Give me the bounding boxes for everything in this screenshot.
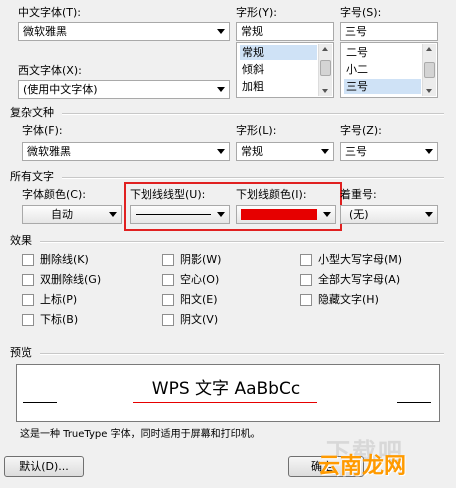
emphasis-combo[interactable]: (无) — [340, 205, 438, 224]
emphasis-label: 着重号: — [340, 188, 377, 201]
complex-size-value: 三号 — [345, 145, 367, 158]
complex-font-combo[interactable]: 微软雅黑 — [22, 142, 230, 161]
list-item[interactable]: 加粗 — [240, 79, 317, 94]
emphasis-value: (无) — [349, 208, 369, 221]
font-size-value: 三号 — [345, 25, 367, 38]
list-item[interactable]: 三号 — [344, 79, 421, 94]
double-strikethrough-label: 双删除线(G) — [40, 273, 102, 286]
scroll-up-icon[interactable] — [426, 47, 432, 51]
list-item[interactable]: 小二 — [344, 62, 421, 77]
list-item[interactable]: 二号 — [344, 45, 421, 60]
section-divider — [62, 113, 444, 115]
baseline-left — [23, 402, 57, 403]
complex-size-label: 字号(Z): — [340, 124, 382, 137]
complex-size-combo[interactable]: 三号 — [340, 142, 438, 161]
font-style-label: 字形(Y): — [236, 6, 278, 19]
chevron-down-icon — [109, 212, 117, 217]
default-button[interactable]: 默认(D)... — [4, 456, 84, 477]
subscript-label: 下标(B) — [40, 313, 79, 326]
emboss-label: 阳文(E) — [180, 293, 218, 306]
font-style-value: 常规 — [241, 25, 263, 38]
preview-title: 预览 — [10, 346, 32, 359]
section-divider — [62, 177, 444, 179]
outline-label: 空心(O) — [180, 273, 220, 286]
chevron-down-icon — [217, 149, 225, 154]
chinese-font-combo[interactable]: 微软雅黑 — [18, 22, 230, 41]
font-color-value: 自动 — [51, 208, 73, 221]
font-style-input[interactable]: 常规 — [236, 22, 334, 41]
list-item[interactable]: 倾斜 — [240, 62, 317, 77]
all-text-title: 所有文字 — [10, 170, 54, 183]
preview-sample-text: WPS 文字 AaBbCc — [151, 379, 301, 399]
baseline-right — [397, 402, 431, 403]
strikethrough-label: 删除线(K) — [40, 253, 89, 266]
font-color-label: 字体颜色(C): — [22, 188, 86, 201]
font-note: 这是一种 TrueType 字体，同时适用于屏幕和打印机。 — [20, 429, 261, 440]
preview-underline — [133, 402, 317, 403]
hidden-checkbox[interactable] — [300, 294, 312, 306]
underline-color-combo[interactable] — [236, 205, 336, 224]
shadow-checkbox[interactable] — [162, 254, 174, 266]
font-size-list[interactable]: 二号 小二 三号 — [340, 42, 438, 98]
strikethrough-checkbox[interactable] — [22, 254, 34, 266]
font-color-combo[interactable]: 自动 — [22, 205, 122, 224]
small-caps-checkbox[interactable] — [300, 254, 312, 266]
watermark-text: 云南龙网 — [318, 454, 407, 479]
western-font-label: 西文字体(X): — [18, 64, 82, 77]
section-divider — [40, 353, 444, 355]
complex-font-value: 微软雅黑 — [27, 145, 71, 158]
watermark-logo: 云南龙网 — [318, 446, 450, 480]
underline-type-combo[interactable] — [130, 205, 230, 224]
superscript-checkbox[interactable] — [22, 294, 34, 306]
double-strikethrough-checkbox[interactable] — [22, 274, 34, 286]
chevron-down-icon — [321, 149, 329, 154]
complex-script-title: 复杂文种 — [10, 106, 54, 119]
chevron-down-icon — [323, 212, 331, 217]
chevron-down-icon — [425, 149, 433, 154]
engrave-checkbox[interactable] — [162, 314, 174, 326]
underline-color-swatch — [241, 209, 317, 220]
complex-style-combo[interactable]: 常规 — [236, 142, 334, 161]
western-font-combo[interactable]: (使用中文字体) — [18, 80, 230, 99]
underline-type-sample — [136, 214, 211, 215]
scroll-down-icon[interactable] — [426, 89, 432, 93]
scrollbar[interactable] — [318, 44, 332, 96]
engrave-label: 阴文(V) — [180, 313, 219, 326]
all-caps-checkbox[interactable] — [300, 274, 312, 286]
subscript-checkbox[interactable] — [22, 314, 34, 326]
section-divider — [40, 241, 444, 243]
complex-style-value: 常规 — [241, 145, 263, 158]
chinese-font-label: 中文字体(T): — [18, 6, 82, 19]
font-size-input[interactable]: 三号 — [340, 22, 438, 41]
scrollbar[interactable] — [422, 44, 436, 96]
scroll-down-icon[interactable] — [322, 89, 328, 93]
complex-font-label: 字体(F): — [22, 124, 63, 137]
scroll-up-icon[interactable] — [322, 47, 328, 51]
shadow-label: 阴影(W) — [180, 253, 222, 266]
all-caps-label: 全部大写字母(A) — [318, 273, 401, 286]
effects-title: 效果 — [10, 234, 32, 247]
outline-checkbox[interactable] — [162, 274, 174, 286]
list-item[interactable]: 常规 — [240, 45, 317, 60]
complex-style-label: 字形(L): — [236, 124, 277, 137]
scroll-thumb[interactable] — [424, 62, 435, 78]
small-caps-label: 小型大写字母(M) — [318, 253, 403, 266]
chevron-down-icon — [425, 212, 433, 217]
underline-type-label: 下划线线型(U): — [130, 188, 206, 201]
chevron-down-icon — [217, 212, 225, 217]
font-size-label: 字号(S): — [340, 6, 382, 19]
superscript-label: 上标(P) — [40, 293, 78, 306]
chevron-down-icon — [217, 87, 225, 92]
chevron-down-icon — [217, 29, 225, 34]
hidden-label: 隐藏文字(H) — [318, 293, 379, 306]
font-style-list[interactable]: 常规 倾斜 加粗 — [236, 42, 334, 98]
preview-pane: WPS 文字 AaBbCc — [16, 364, 440, 422]
western-font-value: (使用中文字体) — [23, 83, 98, 96]
emboss-checkbox[interactable] — [162, 294, 174, 306]
underline-color-label: 下划线颜色(I): — [236, 188, 307, 201]
scroll-thumb[interactable] — [320, 60, 331, 76]
chinese-font-value: 微软雅黑 — [23, 25, 67, 38]
